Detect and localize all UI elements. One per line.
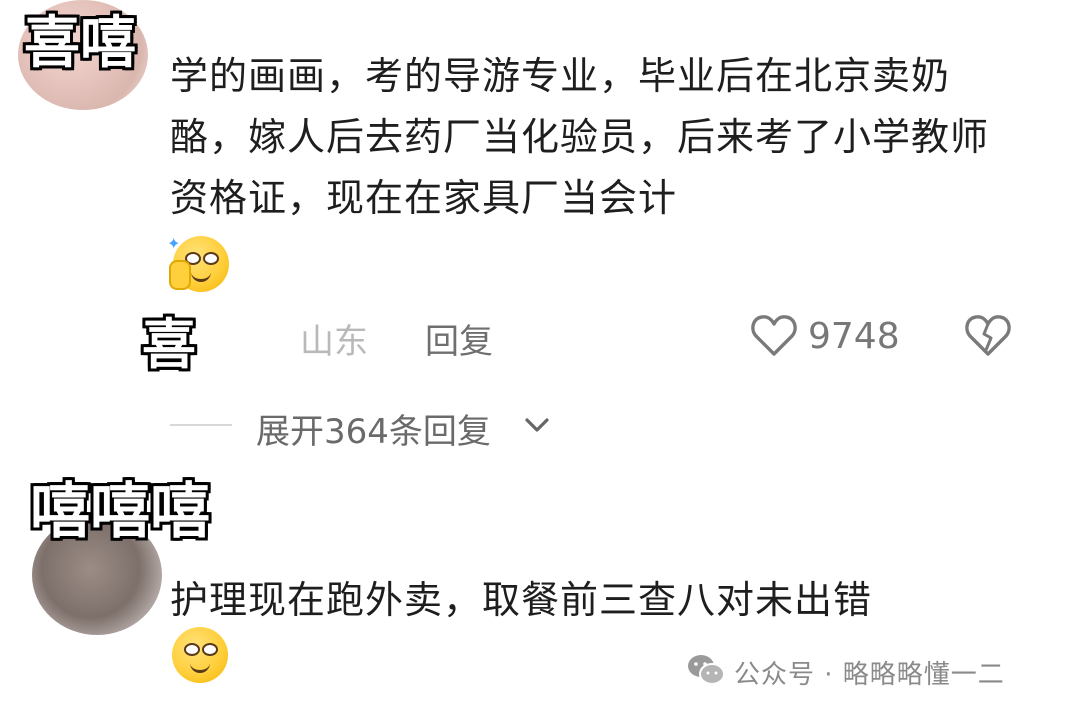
watermark: 公众号 · 略略略懂一二 [686,650,1056,692]
watermark-text: 公众号 · 略略略懂一二 [734,660,1005,690]
comment1-text: 学的画画，考的导游专业，毕业后在北京卖奶酪，嫁人后去药厂当化验员，后来考了小学教… [170,54,990,220]
comment2-text: 护理现在跑外卖，取餐前三查八对未出错 [170,578,873,622]
comment1-meta-row: 山东 回复 9748 [300,312,1040,362]
chevron-down-icon [525,418,549,432]
expand-replies-label: 展开364条回复 [256,412,491,452]
sparkle-icon: ✦ [167,234,181,253]
broken-heart-icon[interactable] [964,312,1012,358]
location-label: 山东 [300,322,368,362]
comment1-username-censored: 喜嘻 [24,11,136,76]
comment2-username-censored: 嘻嘻嘻 [30,477,210,547]
smirk-thumb-emoji-icon: ✦ [167,234,229,292]
reply-button[interactable]: 回复 [425,314,493,363]
expand-replies-button[interactable]: 展开364条回复 [170,400,670,452]
wechat-icon [688,655,725,685]
like-count: 9748 [808,316,900,357]
smile-emoji-icon [172,627,228,683]
reply-user-censored: 喜 [142,313,196,376]
divider [170,424,232,426]
heart-icon[interactable] [750,312,798,358]
